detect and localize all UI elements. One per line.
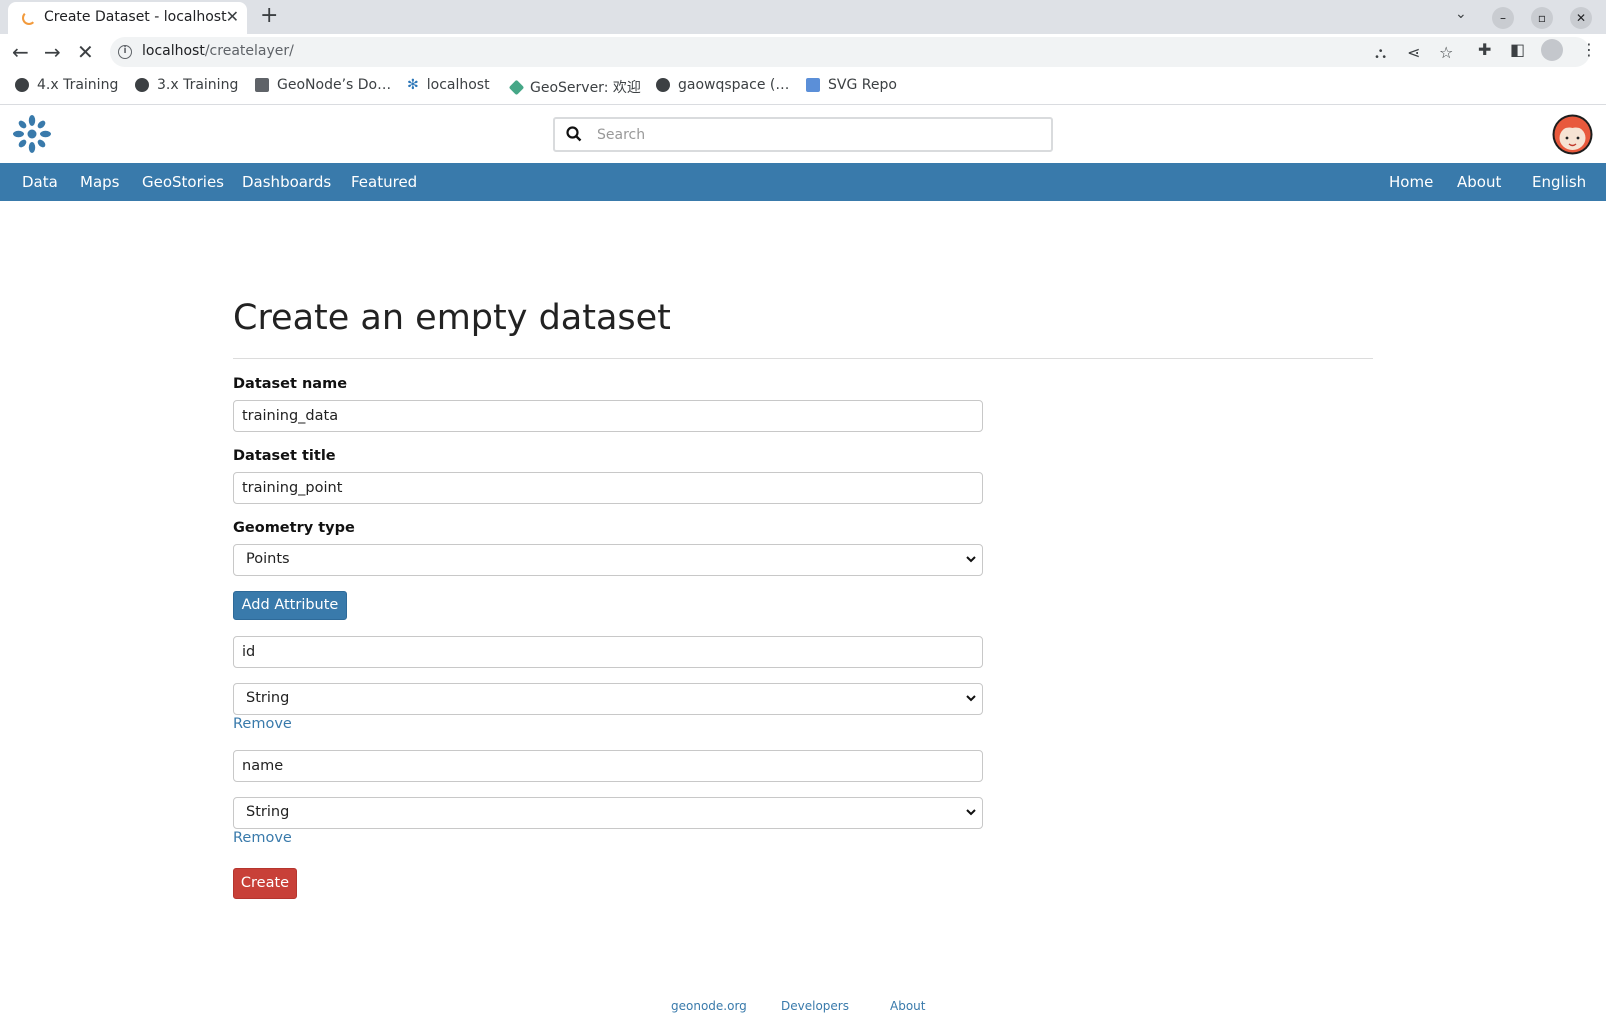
new-tab-icon[interactable]: +	[260, 3, 278, 28]
remove-attribute-link[interactable]: Remove	[233, 830, 292, 846]
attribute-name-input[interactable]	[233, 750, 983, 782]
browser-tab[interactable]: Create Dataset - localhost ✕	[8, 2, 247, 34]
geonode-icon: ✻	[407, 77, 419, 93]
window-close-icon[interactable]: ✕	[1570, 7, 1592, 29]
close-tab-icon[interactable]: ✕	[226, 7, 239, 26]
remove-attribute-link[interactable]: Remove	[233, 716, 292, 732]
nav-home[interactable]: Home	[1389, 173, 1433, 191]
document-icon	[255, 78, 269, 92]
svg-repo-icon	[806, 78, 820, 92]
browser-menu-icon[interactable]: ⋮	[1581, 40, 1597, 59]
bookmark-3x-training[interactable]: 3.x Training	[135, 77, 238, 93]
chevron-down-icon	[966, 556, 976, 563]
forward-icon[interactable]: →	[44, 40, 61, 64]
geometry-type-label: Geometry type	[233, 520, 355, 536]
loading-spinner-icon	[22, 11, 36, 25]
browser-profile-icon[interactable]	[1541, 39, 1563, 61]
nav-maps[interactable]: Maps	[80, 173, 119, 191]
restore-icon[interactable]: ▫	[1531, 7, 1553, 29]
nav-data[interactable]: Data	[22, 173, 58, 191]
search-icon	[566, 126, 582, 142]
search-input[interactable]	[595, 119, 1045, 150]
geometry-type-value: Points	[246, 551, 290, 567]
site-header	[0, 106, 1606, 163]
attribute-type-value: String	[246, 804, 290, 820]
nav-about[interactable]: About	[1457, 173, 1501, 191]
attribute-name-input[interactable]	[233, 636, 983, 668]
bookmark-geonode-docs[interactable]: GeoNode’s Do…	[255, 77, 391, 93]
bookmark-geoserver[interactable]: GeoServer: 欢迎	[508, 77, 641, 97]
dataset-title-input[interactable]	[233, 472, 983, 504]
bookmark-localhost[interactable]: ✻ localhost	[407, 77, 490, 93]
browser-tabstrip: Create Dataset - localhost ✕ + ⌄ – ▫ ✕	[0, 0, 1606, 34]
title-divider	[233, 358, 1373, 359]
back-icon[interactable]: ←	[12, 40, 29, 64]
bookmark-4x-training[interactable]: 4.x Training	[15, 77, 118, 93]
nav-featured[interactable]: Featured	[351, 173, 417, 191]
attribute-type-value: String	[246, 690, 290, 706]
footer-link-geonode[interactable]: geonode.org	[671, 999, 747, 1013]
footer-link-developers[interactable]: Developers	[781, 999, 849, 1013]
bookmarks-bar: 4.x Training 3.x Training GeoNode’s Do… …	[0, 70, 1606, 105]
tab-search-chevron-icon[interactable]: ⌄	[1455, 6, 1467, 22]
nav-dashboards[interactable]: Dashboards	[242, 173, 331, 191]
attribute-type-select[interactable]: String	[233, 797, 983, 829]
add-attribute-button[interactable]: Add Attribute	[233, 591, 347, 620]
bookmark-svg-repo[interactable]: SVG Repo	[806, 77, 897, 93]
github-icon	[656, 78, 670, 92]
dataset-name-input[interactable]	[233, 400, 983, 432]
globe-icon	[15, 78, 29, 92]
dataset-title-label: Dataset title	[233, 448, 336, 464]
dataset-name-label: Dataset name	[233, 376, 348, 392]
nav-language[interactable]: English	[1532, 173, 1586, 191]
side-panel-icon[interactable]: ◧	[1510, 40, 1525, 59]
bookmark-star-icon[interactable]: ☆	[1439, 43, 1453, 62]
chevron-down-icon	[966, 695, 976, 702]
attribute-type-select[interactable]: String	[233, 683, 983, 715]
nav-geostories[interactable]: GeoStories	[142, 173, 224, 191]
geometry-type-select[interactable]: Points	[233, 544, 983, 576]
page-title: Create an empty dataset	[233, 298, 671, 338]
browser-toolbar: ← → ✕ i localhost/createlayer/ ⛬ ⋖ ☆ ✚ ◧…	[0, 34, 1606, 70]
globe-icon	[135, 78, 149, 92]
footer-link-about[interactable]: About	[890, 999, 925, 1013]
geonode-logo-icon[interactable]	[12, 114, 52, 154]
url-text: localhost/createlayer/	[142, 43, 294, 59]
user-avatar-icon[interactable]	[1552, 114, 1593, 155]
address-bar[interactable]: i localhost/createlayer/ ⛬ ⋖ ☆	[110, 37, 1590, 67]
tab-title: Create Dataset - localhost	[44, 9, 227, 25]
stop-loading-icon[interactable]: ✕	[77, 40, 94, 64]
share-icon[interactable]: ⋖	[1407, 43, 1420, 62]
search-box[interactable]	[553, 117, 1053, 152]
translate-icon[interactable]: ⛬	[1375, 43, 1386, 63]
geoserver-icon	[508, 79, 525, 95]
extensions-icon[interactable]: ✚	[1478, 40, 1491, 59]
site-info-icon[interactable]: i	[118, 45, 132, 59]
minimize-icon[interactable]: –	[1492, 7, 1514, 29]
chevron-down-icon	[966, 809, 976, 816]
main-nav: Data Maps GeoStories Dashboards Featured…	[0, 163, 1606, 201]
create-button[interactable]: Create	[233, 868, 297, 899]
bookmark-gaowqspace[interactable]: gaowqspace (…	[656, 77, 789, 93]
